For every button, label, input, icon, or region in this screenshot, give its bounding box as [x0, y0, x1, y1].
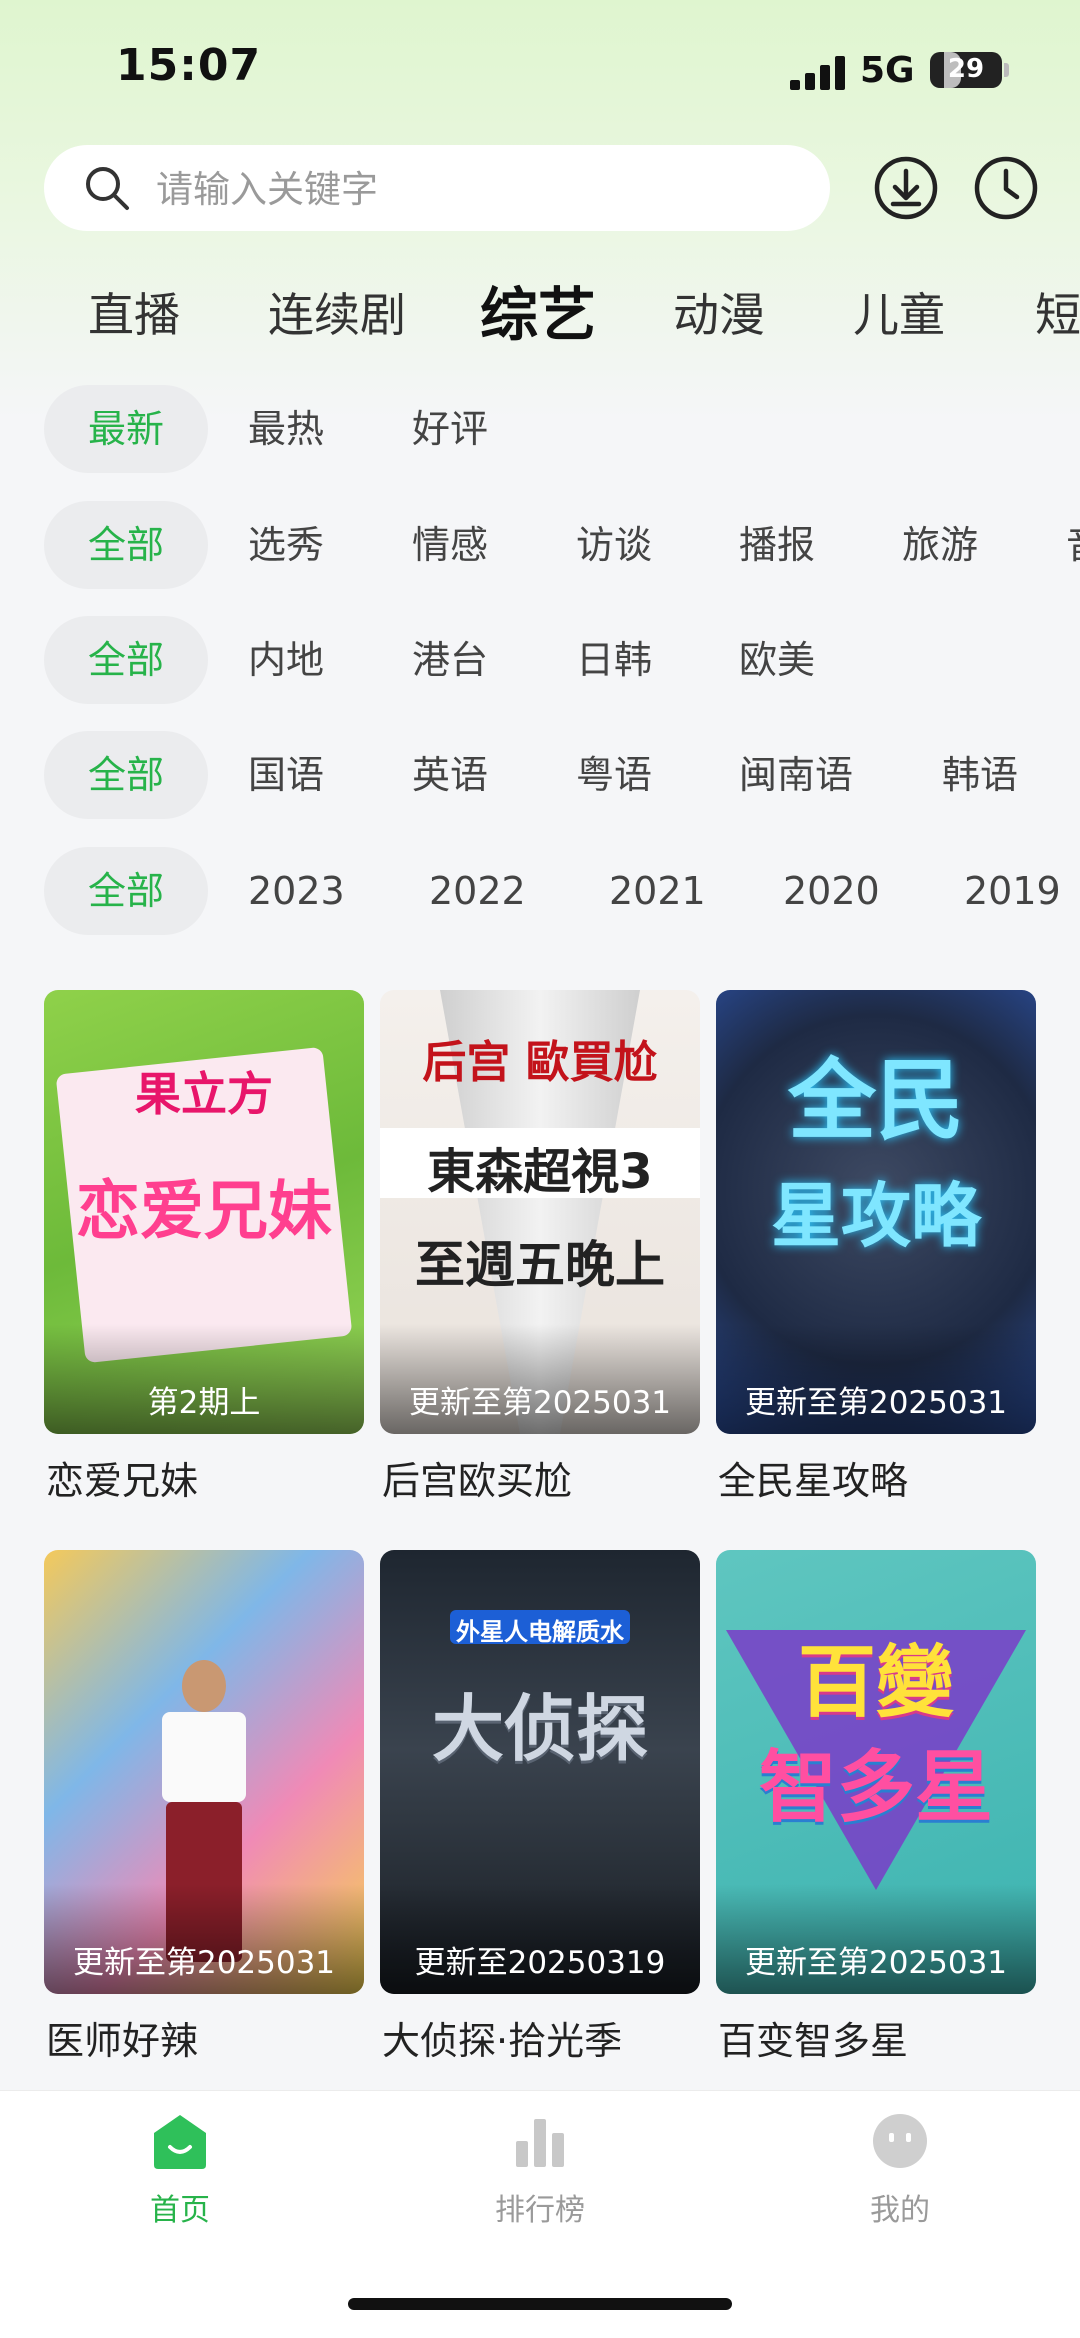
- poster-title: 恋爱兄妹: [76, 1175, 332, 1249]
- filter-option[interactable]: 最热: [248, 385, 324, 473]
- tab-live[interactable]: 直播: [88, 265, 180, 365]
- filter-region-selected[interactable]: 全部: [44, 616, 208, 704]
- poster-subtitle: 星攻略: [771, 1175, 981, 1257]
- update-badge: 更新至第2025031: [744, 1945, 1008, 1981]
- show-poster[interactable]: 果立方 恋爱兄妹 第2期上: [44, 990, 364, 1434]
- filter-option[interactable]: 闽南语: [739, 731, 853, 819]
- filter-option[interactable]: 音: [1066, 501, 1080, 589]
- filter-row-year: 全部 2023 2022 2021 2020 2019: [0, 847, 1080, 935]
- show-poster[interactable]: 外星人电解质水 大侦探 更新至20250319: [380, 1550, 700, 1994]
- home-indicator: [348, 2298, 732, 2310]
- battery-icon: 29: [930, 52, 1002, 88]
- status-time: 15:07: [116, 40, 262, 91]
- filter-option[interactable]: 韩语: [942, 731, 1018, 819]
- show-title[interactable]: 全民星攻略: [718, 1450, 908, 1505]
- filter-row-sort: 最新 最热 好评: [0, 385, 1080, 473]
- filter-option[interactable]: 情感: [412, 501, 488, 589]
- filter-option[interactable]: 旅游: [902, 501, 978, 589]
- filter-option[interactable]: 2023: [248, 847, 345, 935]
- nav-profile[interactable]: 我的: [800, 2111, 1000, 2229]
- filter-option[interactable]: 国语: [248, 731, 324, 819]
- tab-variety[interactable]: 综艺: [480, 265, 596, 365]
- nav-ranking[interactable]: 排行榜: [440, 2111, 640, 2229]
- show-title[interactable]: 后宫欧买尬: [382, 1450, 572, 1505]
- update-badge: 更新至第2025031: [72, 1945, 336, 1981]
- ranking-bar-icon: [516, 2119, 564, 2167]
- history-clock-icon[interactable]: [973, 155, 1039, 221]
- filter-option[interactable]: 英语: [412, 731, 488, 819]
- filter-option[interactable]: 播报: [739, 501, 815, 589]
- tab-series[interactable]: 连续剧: [268, 265, 406, 365]
- nav-ranking-label: 排行榜: [495, 2193, 585, 2228]
- nav-home-label: 首页: [150, 2193, 210, 2228]
- nav-profile-label: 我的: [870, 2193, 930, 2228]
- show-title[interactable]: 医师好辣: [46, 2010, 198, 2065]
- filter-option[interactable]: 2021: [609, 847, 706, 935]
- show-poster[interactable]: 全民 星攻略 更新至第2025031: [716, 990, 1036, 1434]
- poster-title: 大侦探: [431, 1687, 648, 1771]
- search-icon: [86, 167, 129, 210]
- filter-row-genre: 全部 选秀 情感 访谈 播报 旅游 音: [0, 501, 1080, 589]
- filter-year-selected[interactable]: 全部: [44, 847, 208, 935]
- filter-language-selected[interactable]: 全部: [44, 731, 208, 819]
- filter-option[interactable]: 访谈: [576, 501, 652, 589]
- filter-sort-selected[interactable]: 最新: [44, 385, 208, 473]
- tab-anime[interactable]: 动漫: [673, 265, 765, 365]
- update-badge: 更新至第2025031: [408, 1385, 672, 1421]
- battery-cap: [1004, 63, 1009, 77]
- poster-sponsor: 外星人电解质水: [456, 1618, 624, 1646]
- update-badge: 更新至第2025031: [744, 1385, 1008, 1421]
- network-type: 5G: [860, 50, 915, 91]
- nav-home[interactable]: 首页: [80, 2111, 280, 2229]
- show-title[interactable]: 大侦探·拾光季: [382, 2010, 622, 2065]
- filter-row-region: 全部 内地 港台 日韩 欧美: [0, 616, 1080, 704]
- filter-option[interactable]: 欧美: [739, 616, 815, 704]
- home-icon: [154, 2115, 206, 2169]
- filter-genre-selected[interactable]: 全部: [44, 501, 208, 589]
- poster-subtitle: 智多星: [758, 1743, 993, 1833]
- filter-option[interactable]: 2020: [783, 847, 880, 935]
- tab-short[interactable]: 短: [1035, 265, 1080, 365]
- poster-text: 東森超視3: [427, 1144, 653, 1200]
- tab-kids[interactable]: 儿童: [853, 265, 945, 365]
- filter-row-language: 全部 国语 英语 粤语 闽南语 韩语: [0, 731, 1080, 819]
- poster-title: 百變: [797, 1638, 954, 1728]
- signal-icon: [790, 56, 845, 90]
- poster-title: 全民: [787, 1049, 964, 1152]
- filter-option[interactable]: 日韩: [576, 616, 652, 704]
- filter-option[interactable]: 粤语: [576, 731, 652, 819]
- filter-option[interactable]: 选秀: [248, 501, 324, 589]
- poster-logo: 果立方: [135, 1067, 273, 1121]
- show-title[interactable]: 恋爱兄妹: [46, 1450, 198, 1505]
- download-icon[interactable]: [873, 155, 939, 221]
- update-badge: 更新至20250319: [414, 1945, 666, 1981]
- poster-subtitle: 后宫 歐買尬: [422, 1037, 658, 1088]
- filter-option[interactable]: 港台: [412, 616, 488, 704]
- search-bar[interactable]: [44, 145, 830, 233]
- category-tabs: 直播 连续剧 综艺 动漫 儿童 短: [0, 265, 1080, 365]
- filter-option[interactable]: 好评: [412, 385, 488, 473]
- show-poster[interactable]: 后宫 歐買尬 東森超視3 至週五晚上 更新至第2025031: [380, 990, 700, 1434]
- battery-percent: 29: [947, 54, 985, 84]
- filter-option[interactable]: 内地: [248, 616, 324, 704]
- update-badge: 第2期上: [147, 1385, 261, 1421]
- filter-option[interactable]: 2022: [429, 847, 526, 935]
- show-poster[interactable]: 百變 智多星 更新至第2025031: [716, 1550, 1036, 1994]
- search-input[interactable]: [154, 145, 798, 233]
- poster-line: 至週五晚上: [415, 1236, 665, 1294]
- show-title[interactable]: 百变智多星: [718, 2010, 908, 2065]
- show-poster[interactable]: 更新至第2025031: [44, 1550, 364, 1994]
- profile-face-icon: [873, 2114, 927, 2168]
- filter-option[interactable]: 2019: [964, 847, 1061, 935]
